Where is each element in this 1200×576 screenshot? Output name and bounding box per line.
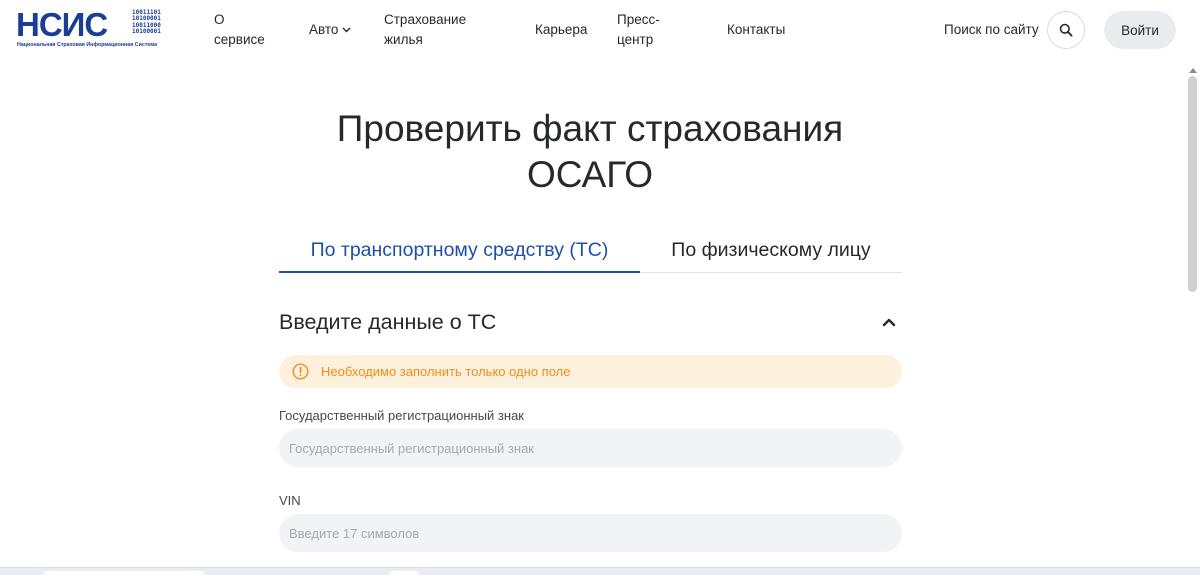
page-scrollbar[interactable]: [1185, 62, 1200, 567]
active-tab-indicator: [279, 271, 640, 273]
scroll-thumb[interactable]: [1188, 76, 1197, 292]
vin-label: VIN: [279, 493, 301, 508]
vehicle-data-section-header[interactable]: Введите данные о ТС: [279, 306, 902, 338]
nav-about[interactable]: О сервисе: [214, 10, 274, 50]
info-alert: Необходимо заполнить только одно поле: [279, 355, 902, 388]
section-title: Введите данные о ТС: [279, 310, 497, 334]
alert-text: Необходимо заполнить только одно поле: [321, 364, 571, 379]
tab-by-person[interactable]: По физическому лицу: [640, 228, 902, 273]
bottom-tab[interactable]: [44, 571, 204, 576]
site-header: НСИС 10011101 10100001 10011000 10100001…: [0, 0, 1200, 62]
nav-home-insurance[interactable]: Страхование жилья: [384, 10, 484, 50]
nav-auto-label: Авто: [309, 22, 339, 37]
login-button[interactable]: Войти: [1104, 11, 1176, 49]
search-label[interactable]: Поиск по сайту: [944, 20, 1039, 40]
nav-press-center[interactable]: Пресс-центр: [617, 10, 675, 50]
logo-subtitle: Национальная Страховая Информационная Си…: [17, 42, 158, 48]
page-title-line2: ОСАГО: [526, 154, 654, 195]
nav-contacts[interactable]: Контакты: [727, 20, 785, 40]
tab-by-vehicle[interactable]: По транспортному средству (ТС): [279, 228, 640, 273]
logo-letters: НСИС: [16, 6, 108, 43]
scroll-up-arrow-icon[interactable]: [1189, 68, 1197, 73]
vin-input[interactable]: [279, 514, 902, 552]
plate-number-input[interactable]: [279, 429, 902, 467]
chevron-down-icon: [342, 27, 351, 33]
logo-bits-row: 10100001: [132, 28, 161, 36]
page-title: Проверить факт страхования ОСАГО: [300, 106, 880, 198]
plate-number-label: Государственный регистрационный знак: [279, 408, 524, 423]
bottom-strip: [0, 567, 1200, 576]
chevron-up-icon[interactable]: [882, 317, 896, 327]
warning-icon: [292, 363, 309, 380]
search-button[interactable]: [1047, 11, 1085, 49]
bottom-tab[interactable]: [389, 571, 419, 576]
search-mode-tabs: По транспортному средству (ТС) По физиче…: [279, 228, 902, 273]
search-icon: [1059, 23, 1073, 37]
nsis-logo[interactable]: НСИС 10011101 10100001 10011000 10100001…: [16, 6, 168, 52]
logo-binary-bits: 10011101 10100001 10011000 10100001: [132, 9, 161, 36]
page-title-line1: Проверить факт страхования: [336, 108, 844, 149]
nav-auto[interactable]: Авто: [309, 20, 351, 40]
nav-career[interactable]: Карьера: [535, 20, 587, 40]
